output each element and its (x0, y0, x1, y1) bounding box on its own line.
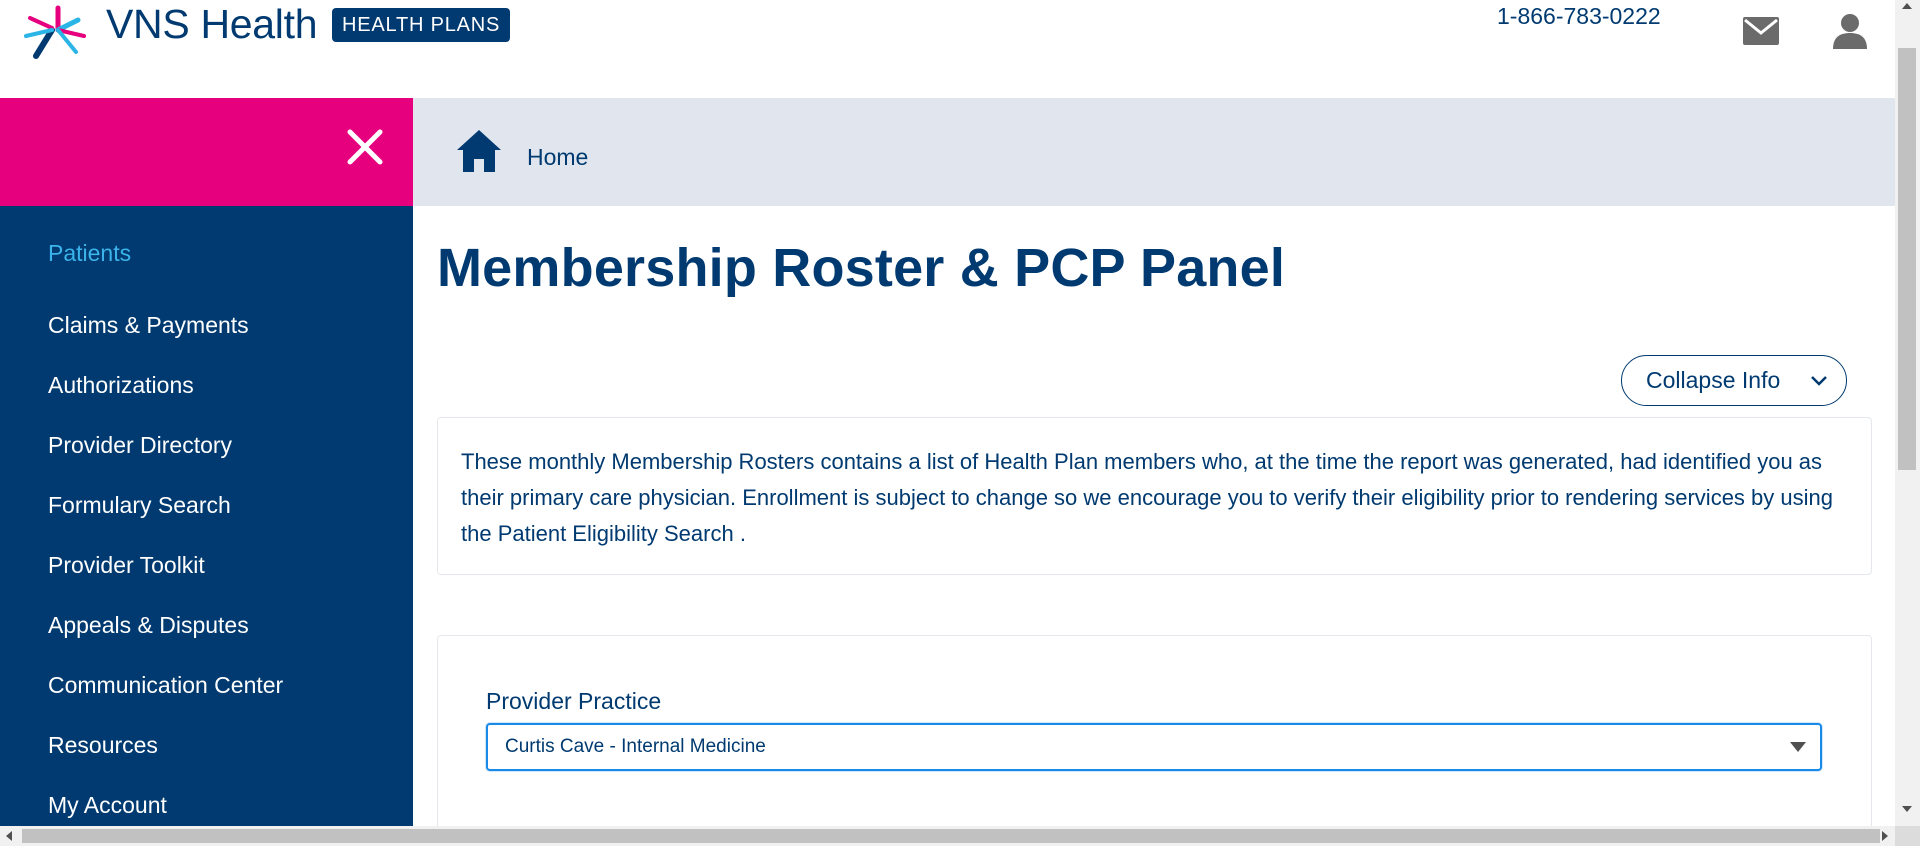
info-text: These monthly Membership Rosters contain… (461, 449, 1833, 546)
provider-practice-select[interactable]: Curtis Cave - Internal Medicine (486, 723, 1822, 771)
phone-number[interactable]: 1-866-783-0222 (1497, 3, 1661, 30)
mail-icon[interactable] (1743, 17, 1779, 45)
breadcrumb (413, 98, 1895, 206)
vertical-scrollbar[interactable] (1895, 0, 1920, 826)
brand-name[interactable]: VNS Health (106, 0, 318, 48)
sidebar-item-formulary-search[interactable]: Formulary Search (48, 492, 231, 519)
breadcrumb-home-link[interactable]: Home (527, 144, 588, 171)
scroll-up-icon[interactable] (1902, 3, 1912, 9)
scroll-right-icon[interactable] (1882, 831, 1888, 841)
scroll-left-icon[interactable] (6, 831, 12, 841)
collapse-info-button[interactable]: Collapse Info (1621, 355, 1847, 406)
health-plans-badge: HEALTH PLANS (332, 8, 511, 42)
vertical-scroll-thumb[interactable] (1898, 48, 1916, 470)
sidebar-item-authorizations[interactable]: Authorizations (48, 372, 194, 399)
horizontal-scroll-thumb[interactable] (22, 829, 1880, 843)
site-header: VNS Health HEALTH PLANS 1-866-783-0222 (0, 0, 1895, 98)
sidebar-nav: Patients Claims & Payments Authorization… (0, 206, 413, 826)
sidebar-item-provider-toolkit[interactable]: Provider Toolkit (48, 552, 205, 579)
close-icon[interactable] (346, 128, 384, 166)
chevron-down-icon (1811, 376, 1827, 386)
logo-burst-icon[interactable] (24, 0, 94, 60)
horizontal-scrollbar[interactable] (0, 826, 1920, 846)
sidebar-item-claims-payments[interactable]: Claims & Payments (48, 312, 249, 339)
sidebar-item-resources[interactable]: Resources (48, 732, 158, 759)
provider-practice-label: Provider Practice (486, 688, 662, 714)
sidebar-item-communication-center[interactable]: Communication Center (48, 672, 283, 699)
home-icon[interactable] (455, 128, 503, 174)
sidebar-item-appeals-disputes[interactable]: Appeals & Disputes (48, 612, 249, 639)
user-icon[interactable] (1832, 13, 1868, 49)
sidebar-item-patients[interactable]: Patients (48, 240, 131, 267)
sidebar-item-provider-directory[interactable]: Provider Directory (48, 432, 232, 459)
provider-practice-value: Curtis Cave - Internal Medicine (505, 736, 766, 757)
caret-down-icon (1790, 742, 1806, 752)
scroll-down-icon[interactable] (1902, 806, 1912, 812)
page-title: Membership Roster & PCP Panel (437, 238, 1286, 298)
scrollbar-corner (1895, 826, 1920, 846)
collapse-info-label: Collapse Info (1646, 367, 1781, 393)
sidebar-item-my-account[interactable]: My Account (48, 792, 167, 819)
